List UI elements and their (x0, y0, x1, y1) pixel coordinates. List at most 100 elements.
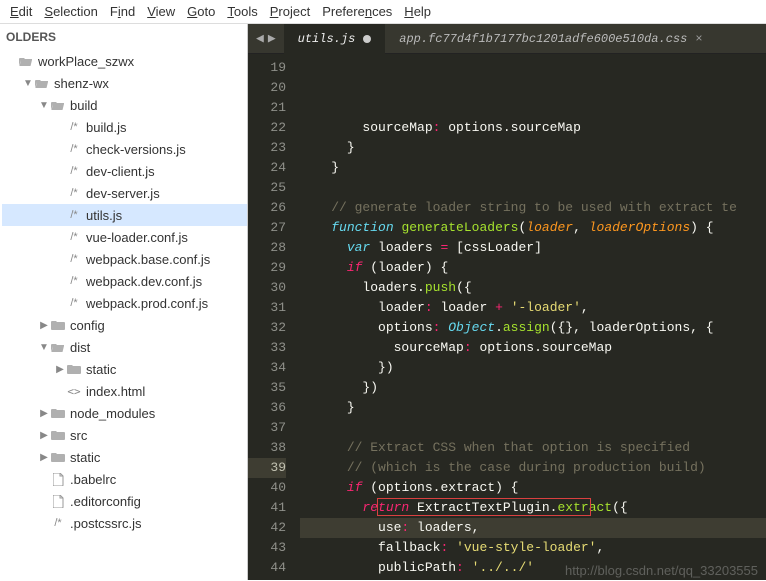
tree-row[interactable]: /*check-versions.js (2, 138, 247, 160)
line-number: 22 (248, 118, 286, 138)
tree-row[interactable]: ▼dist (2, 336, 247, 358)
tree-row[interactable]: workPlace_szwx (2, 50, 247, 72)
code-line: if (options.extract) { (300, 478, 766, 498)
tree-row[interactable]: /*dev-server.js (2, 182, 247, 204)
js-file-icon: /* (66, 229, 82, 245)
tree-arrow-icon[interactable]: ▼ (38, 100, 50, 111)
tree-row[interactable]: /*webpack.base.conf.js (2, 248, 247, 270)
line-number: 43 (248, 538, 286, 558)
code-line: loaders.push({ (300, 278, 766, 298)
tree-row[interactable]: /* vue-loader.conf.js (2, 226, 247, 248)
code-line: publicPath: '../../' (300, 558, 766, 578)
code-line: }) (300, 378, 766, 398)
folder-open-icon (50, 97, 66, 113)
tree-arrow-icon[interactable]: ▶ (38, 408, 50, 419)
tab-label: app.fc77d4f1b7177bc1201adfe600e510da.css (399, 32, 687, 46)
tree-label: build (70, 98, 97, 113)
tree-arrow-icon[interactable]: ▶ (38, 452, 50, 463)
editor-tab[interactable]: utils.js (284, 24, 386, 54)
js-file-icon: /* (66, 207, 82, 223)
menu-item[interactable]: Project (270, 4, 310, 19)
tree-row[interactable]: ▶node_modules (2, 402, 247, 424)
tree-arrow-icon[interactable]: ▶ (54, 364, 66, 375)
file-icon (50, 493, 66, 509)
editor-tab[interactable]: app.fc77d4f1b7177bc1201adfe600e510da.css… (385, 24, 716, 54)
file-icon (50, 471, 66, 487)
tree-row[interactable]: ▼ build (2, 94, 247, 116)
code-line: } (300, 398, 766, 418)
menu-item[interactable]: Selection (44, 4, 97, 19)
tree-row[interactable]: ▶static (2, 446, 247, 468)
tree-row[interactable]: .babelrc (2, 468, 247, 490)
code-line: return ExtractTextPlugin.extract({ (300, 498, 766, 518)
menu-item[interactable]: Edit (10, 4, 32, 19)
tree-label: src (70, 428, 87, 443)
dirty-dot-icon (363, 35, 371, 43)
tree-label: build.js (86, 120, 126, 135)
line-number: 44 (248, 558, 286, 578)
line-number: 30 (248, 278, 286, 298)
tree-row[interactable]: /*webpack.prod.conf.js (2, 292, 247, 314)
line-number: 26 (248, 198, 286, 218)
menu-item[interactable]: Find (110, 4, 135, 19)
tree-label: webpack.dev.conf.js (86, 274, 202, 289)
editor-pane: ◀ ▶ utils.jsapp.fc77d4f1b7177bc1201adfe6… (248, 24, 766, 580)
code-line: if (loader) { (300, 258, 766, 278)
tree-row[interactable]: <>index.html (2, 380, 247, 402)
menu-item[interactable]: View (147, 4, 175, 19)
file-tree: workPlace_szwx▼shenz-wx▼build/*build.js/… (0, 50, 247, 534)
tree-arrow-icon[interactable]: ▶ (38, 320, 50, 331)
line-number: 34 (248, 358, 286, 378)
tree-arrow-icon[interactable]: ▶ (38, 430, 50, 441)
line-number: 45 (248, 578, 286, 580)
menu-item[interactable]: Goto (187, 4, 215, 19)
tree-row[interactable]: ▶config (2, 314, 247, 336)
tree-row[interactable]: ▶ src (2, 424, 247, 446)
line-number: 41 (248, 498, 286, 518)
code-line: } (300, 138, 766, 158)
tree-row[interactable]: ▼shenz-wx (2, 72, 247, 94)
tab-next-icon[interactable]: ▶ (268, 31, 276, 46)
menu-item[interactable]: Preferences (322, 4, 392, 19)
menubar: Edit Selection Find View Goto Tools Project Pre… (0, 0, 766, 24)
tree-row[interactable]: /*utils.js (2, 204, 247, 226)
tree-label: webpack.prod.conf.js (86, 296, 208, 311)
tree-label: vue-loader.conf.js (86, 230, 188, 245)
html-file-icon: <> (66, 383, 82, 399)
line-number: 31 (248, 298, 286, 318)
code-line: options: Object.assign({}, loaderOptions… (300, 318, 766, 338)
menu-item[interactable]: Tools (227, 4, 257, 19)
line-number: 24 (248, 158, 286, 178)
tree-arrow-icon[interactable]: ▼ (22, 78, 34, 89)
line-number: 40 (248, 478, 286, 498)
tab-close-icon[interactable]: × (695, 32, 702, 46)
tab-prev-icon[interactable]: ◀ (256, 31, 264, 46)
line-number: 25 (248, 178, 286, 198)
tree-arrow-icon[interactable]: ▼ (38, 342, 50, 353)
line-number: 38 (248, 438, 286, 458)
tree-label: check-versions.js (86, 142, 186, 157)
tree-label: static (86, 362, 116, 377)
tree-row[interactable]: .editorconfig (2, 490, 247, 512)
tree-label: dev-client.js (86, 164, 155, 179)
code-line: sourceMap: options.sourceMap (300, 118, 766, 138)
line-number: 32 (248, 318, 286, 338)
js-file-icon: /* (66, 119, 82, 135)
tree-row[interactable]: /* build.js (2, 116, 247, 138)
tree-row[interactable]: /*dev-client.js (2, 160, 247, 182)
tree-row[interactable]: /*webpack.dev.conf.js (2, 270, 247, 292)
tree-label: .postcssrc.js (70, 516, 142, 531)
code-line: var loaders = [cssLoader] (300, 238, 766, 258)
line-number: 27 (248, 218, 286, 238)
tree-row[interactable]: /*.postcssrc.js (2, 512, 247, 534)
code-content[interactable]: sourceMap: options.sourceMap } } // gene… (296, 54, 766, 580)
code-line: }) (300, 578, 766, 580)
tree-label: .editorconfig (70, 494, 141, 509)
sidebar: OLDERS workPlace_szwx▼shenz-wx▼build/*bu… (0, 24, 248, 580)
menu-item[interactable]: Help (404, 4, 431, 19)
tree-row[interactable]: ▶ static (2, 358, 247, 380)
folder-icon (50, 405, 66, 421)
code-area[interactable]: 1920212223242526272829303132333435363738… (248, 54, 766, 580)
main-area: OLDERS workPlace_szwx▼shenz-wx▼build/*bu… (0, 24, 766, 580)
code-line (300, 178, 766, 198)
